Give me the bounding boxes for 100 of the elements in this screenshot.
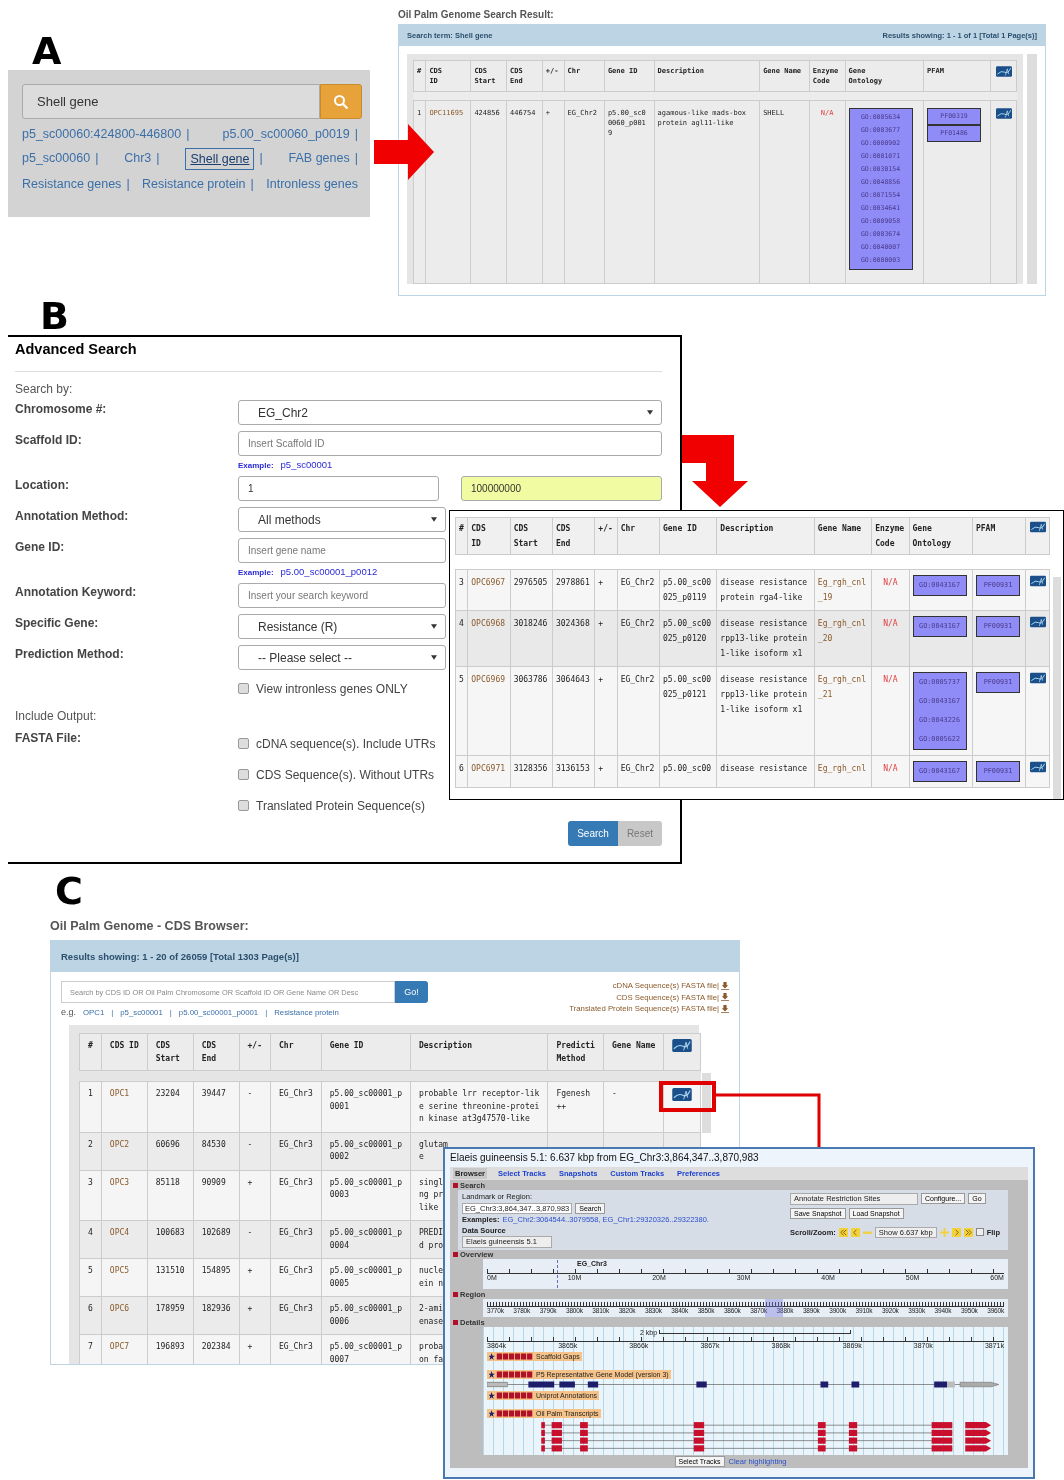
go-button[interactable]: Go! — [395, 981, 428, 1003]
search-button[interactable]: Search — [568, 821, 618, 846]
table-cell-text: 3024368 — [556, 618, 590, 630]
separator-text: | — [186, 126, 190, 143]
section-label: Include Output: — [15, 708, 98, 723]
suggestion-link[interactable]: Shell gene — [185, 148, 255, 170]
table-cell-text: EG_Chr3 — [279, 1088, 313, 1100]
scrollbar[interactable] — [1053, 577, 1061, 799]
table-cell-text: 100683 — [155, 1227, 185, 1239]
column-header: Description — [410, 1033, 548, 1071]
chevron-left-icon[interactable] — [850, 1227, 860, 1237]
genome-browser-icon[interactable] — [672, 1088, 693, 1101]
checkbox[interactable] — [975, 1228, 984, 1237]
search-button[interactable] — [320, 84, 362, 119]
genome-browser-icon[interactable] — [995, 108, 1012, 119]
panel-letter: B — [40, 297, 69, 335]
genome-browser-icon[interactable] — [1029, 575, 1046, 587]
genome-browser-icon[interactable] — [995, 66, 1012, 77]
table-cell-text: 4 — [459, 618, 464, 630]
suggestion-link[interactable]: Resistance protein — [142, 174, 246, 194]
table-cell-text: 196893 — [155, 1341, 185, 1353]
table-cell-text: EG_Chr3 — [279, 1303, 313, 1315]
table-cell-text: 1 — [88, 1088, 93, 1100]
double-chevron-right-icon[interactable] — [963, 1227, 973, 1237]
genome-browser-icon[interactable] — [672, 1039, 693, 1052]
download-icon[interactable] — [721, 993, 729, 1001]
genome-browser-icon[interactable] — [1029, 672, 1046, 684]
suggestion-link[interactable]: Resistance genes — [22, 174, 122, 194]
dropdown[interactable]: All methods — [238, 507, 446, 532]
chevron-right-icon[interactable] — [951, 1227, 961, 1237]
download-icon[interactable] — [721, 1004, 729, 1013]
scrollbar[interactable] — [702, 1073, 711, 1133]
dropdown[interactable]: Resistance (R) — [238, 614, 446, 639]
dropdown[interactable]: EG_Chr2 — [238, 400, 662, 425]
table-link[interactable]: OPC2 — [109, 1138, 130, 1151]
table-cell: 60696 — [155, 1138, 180, 1151]
input-field[interactable]: Insert gene name — [238, 538, 446, 563]
table-cell-text: 202384 — [201, 1341, 231, 1353]
table-link[interactable]: OPC6 — [109, 1303, 130, 1316]
column-header: Predicti Method — [547, 1033, 604, 1071]
checkbox[interactable] — [238, 800, 249, 811]
collapse-icon[interactable] — [453, 1319, 458, 1325]
table-cell-text: 3064643 — [556, 674, 590, 686]
table-cell: EG_Chr3 — [279, 1138, 313, 1151]
suggestion-link[interactable]: p5_sc00060 — [22, 148, 91, 170]
checkbox[interactable] — [238, 769, 249, 780]
table-link[interactable]: OPC7 — [109, 1341, 130, 1354]
scrollbar[interactable] — [1027, 54, 1037, 284]
caret-icon — [431, 517, 437, 522]
table-link[interactable]: OPC1 — [109, 1088, 130, 1101]
table-cell: PREDI d pro — [418, 1227, 444, 1252]
suggestion-link[interactable]: p5.00_sc00060_p0019 — [222, 124, 350, 144]
suggestion-link[interactable]: FAB genes — [288, 148, 350, 170]
search-field[interactable]: Shell gene — [22, 84, 320, 119]
example-link[interactable]: p5.00_sc00001_p0012 — [280, 566, 378, 577]
table-cell-text: 3018246 — [513, 618, 548, 630]
panel-letter: A — [32, 32, 62, 70]
suggestion-link[interactable]: Chr3 — [124, 148, 152, 170]
input-field[interactable]: 1 — [238, 476, 439, 501]
example-label: Example: — [238, 568, 274, 577]
genome-browser-icon[interactable] — [1029, 761, 1046, 773]
table-cell-text: 3063786 — [513, 674, 548, 686]
table-cell-text: 154895 — [201, 1265, 231, 1277]
table-cell: Fgenesh ++ — [556, 1088, 591, 1113]
table-cell-text: + — [598, 674, 604, 686]
dropdown[interactable]: -- Please select -- — [238, 645, 446, 670]
reset-button[interactable]: Reset — [617, 821, 662, 846]
genome-browser-icon[interactable] — [1029, 521, 1046, 533]
checkbox-label: View intronless genes ONLY — [256, 681, 408, 696]
table-cell: 90909 — [201, 1176, 226, 1189]
separator-text: | — [259, 150, 263, 167]
checkbox[interactable] — [238, 683, 249, 694]
double-chevron-left-icon[interactable] — [838, 1227, 848, 1237]
table-link[interactable]: OPC3 — [109, 1176, 130, 1189]
table-link[interactable]: OPC6969 — [471, 672, 505, 687]
checkbox[interactable] — [238, 738, 249, 749]
table-cell-text: N/A — [883, 577, 898, 589]
example-link[interactable]: p5_sc00001 — [280, 459, 333, 470]
table-cell: EG_Chr3 — [279, 1176, 313, 1189]
input-field[interactable]: Insert Scaffold ID — [238, 431, 662, 456]
collapse-icon[interactable] — [453, 1251, 458, 1257]
table-cell-text: N/A — [883, 674, 898, 686]
checkbox-label: Translated Protein Sequence(s) — [256, 798, 425, 813]
input-field[interactable]: 100000000 — [461, 476, 662, 501]
column-header: Chr — [617, 517, 660, 555]
table-cell-text: p5.00_sc00 025_p0119 — [663, 577, 712, 604]
table-cell-text: EG_Chr2 — [620, 577, 655, 589]
table-cell: - — [247, 1138, 253, 1151]
suggestion-link[interactable]: p5_sc00060:424800-446800 — [22, 124, 182, 144]
genome-browser-icon[interactable] — [1029, 616, 1046, 628]
collapse-icon[interactable] — [453, 1291, 458, 1297]
table-cell: p5.00_sc00001_p 0006 — [329, 1303, 402, 1328]
section-label: Search by: — [15, 382, 74, 396]
table-cell-text: + — [247, 1341, 253, 1353]
input-field[interactable]: Insert your search keyword — [238, 583, 446, 608]
download-icon[interactable] — [721, 981, 729, 990]
table-cell-text: disease resistance rpp13-like protein 1-like isoform x1 — [720, 618, 808, 660]
table-link[interactable]: OPC4 — [109, 1227, 130, 1240]
suggestion-link[interactable]: Intronless genes — [266, 174, 358, 194]
table-link[interactable]: OPC5 — [109, 1265, 130, 1278]
